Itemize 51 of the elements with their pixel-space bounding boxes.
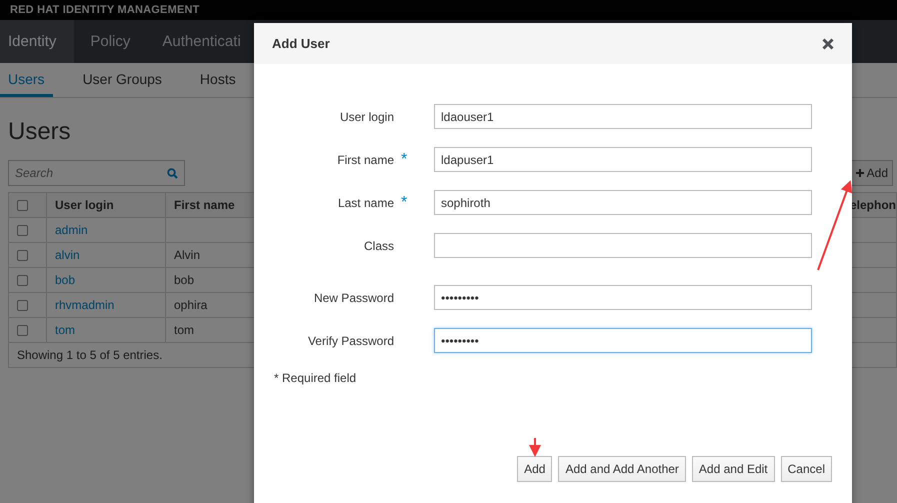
table-footer: Showing 1 to 5 of 5 entries. <box>17 348 162 362</box>
user-login-link[interactable]: alvin <box>55 248 80 262</box>
field-label: First name <box>336 152 394 166</box>
table-cell: Alvin <box>174 248 200 262</box>
dialog-button[interactable]: Add and Edit <box>692 456 775 482</box>
required-mark: * <box>400 194 408 212</box>
page-title: Users <box>8 118 72 146</box>
input-field[interactable]: ldapuser1 <box>434 147 812 172</box>
input-field[interactable] <box>434 233 812 258</box>
row-checkbox[interactable] <box>17 274 28 286</box>
field-label: New Password <box>312 290 394 304</box>
table-cell: ophira <box>174 298 208 312</box>
field-label: Class <box>362 238 394 252</box>
dialog-button[interactable]: Add <box>517 456 552 482</box>
sub-tab[interactable]: User Groups <box>74 63 170 97</box>
row-checkbox[interactable] <box>17 300 28 310</box>
dialog-title: Add User <box>272 36 330 51</box>
row-checkbox[interactable] <box>17 250 28 260</box>
row-checkbox[interactable] <box>17 324 28 336</box>
user-login-link[interactable]: admin <box>55 223 88 237</box>
input-field[interactable]: ••••••••• <box>434 328 812 353</box>
sub-tab[interactable]: Users <box>0 63 53 97</box>
field-label: Verify Password <box>306 334 394 348</box>
nav-tab[interactable]: Authenticati <box>154 20 257 63</box>
dialog-button[interactable]: Cancel <box>780 456 832 482</box>
plus-icon <box>856 169 864 177</box>
close-icon <box>822 38 834 50</box>
field-label: User login <box>338 110 394 124</box>
table-cell: tom <box>174 323 194 337</box>
user-login-link[interactable]: tom <box>55 323 76 337</box>
nav-tab[interactable]: Identity <box>0 20 74 63</box>
close-button[interactable] <box>822 38 834 50</box>
required-note: * Required field <box>274 371 358 385</box>
dialog-button[interactable]: Add and Add Another <box>558 456 686 482</box>
input-field[interactable]: ldaouser1 <box>434 104 812 129</box>
input-field[interactable]: ••••••••• <box>434 285 812 310</box>
annotation-arrow <box>529 438 541 457</box>
table-cell: bob <box>174 273 194 287</box>
search-field[interactable]: Search <box>8 160 185 186</box>
nav-tab[interactable]: Policy <box>82 20 146 63</box>
column-header: User login <box>46 192 166 218</box>
select-all-checkbox[interactable] <box>17 200 28 210</box>
required-mark: * <box>400 150 408 168</box>
sub-tab[interactable]: Hosts <box>192 63 244 97</box>
user-login-link[interactable]: bob <box>55 273 76 287</box>
brand-title: RED HAT IDENTITY MANAGEMENT <box>10 4 200 16</box>
field-label: Last name <box>336 196 394 210</box>
input-field[interactable]: sophiroth <box>434 190 812 215</box>
add-button[interactable]: Add <box>850 160 893 186</box>
search-icon <box>167 168 178 179</box>
row-checkbox[interactable] <box>17 224 28 236</box>
